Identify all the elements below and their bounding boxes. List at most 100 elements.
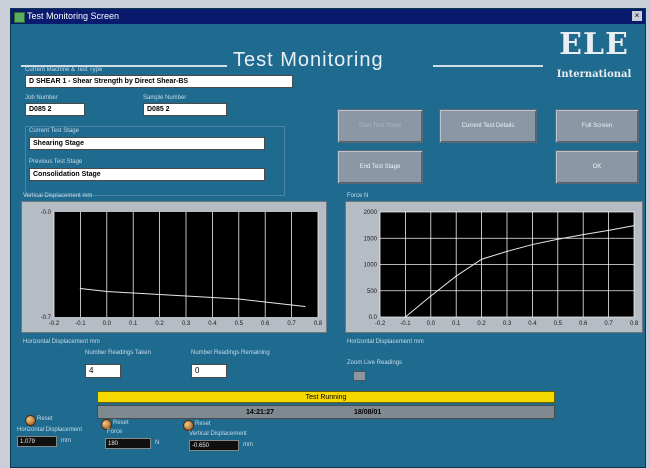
- vertical-displacement-plot: -0.2 -0.1 0.0 0.1 0.2 0.3 0.4 0.5 0.6 0.7 0.8 -0.0 -…: [21, 201, 327, 333]
- vdisp-x-tick-label: 0.2: [155, 321, 164, 327]
- title-rule-right: [433, 65, 543, 67]
- left-plot-xlabel: Horizontal Displacement mm: [23, 339, 100, 345]
- force-svg: -0.2 -0.1 0.0 0.1 0.2 0.3 0.4 0.5 0.6 0.7 0.8 2000 1…: [364, 210, 639, 327]
- vdisp-data-point: [211, 296, 213, 299]
- left-plot-ylabel: Vertical Displacement mm: [23, 193, 93, 199]
- horizontal-displacement-unit: mm: [61, 438, 71, 444]
- zoom-live-toggle[interactable]: [353, 371, 366, 381]
- end-test-stage-button[interactable]: End Test Stage: [337, 150, 423, 184]
- vdisp-x-tick-label: -0.1: [75, 321, 86, 327]
- vertical-displacement-value: -0.650: [189, 440, 239, 451]
- force-x-tick-label: 0.8: [630, 321, 639, 327]
- force-y-tick-label: 1000: [364, 263, 378, 269]
- force-plot: -0.2 -0.1 0.0 0.1 0.2 0.3 0.4 0.5 0.6 0.7 0.8 2000 1…: [345, 201, 643, 333]
- test-status-bar: Test Running: [97, 391, 555, 403]
- time-date-bar: 14:21:27 18/08/01: [97, 405, 555, 419]
- force-x-tick-label: 0.5: [554, 321, 563, 327]
- logo-brand: ELE: [559, 27, 629, 62]
- force-data-point: [430, 295, 432, 297]
- force-y-tick-label: 2000: [364, 210, 378, 216]
- vdisp-data-point: [106, 290, 108, 293]
- vertical-displacement-label: Vertical Displacement: [189, 431, 247, 437]
- close-icon[interactable]: ×: [632, 11, 642, 21]
- previous-stage-field: Consolidation Stage: [29, 168, 265, 181]
- force-data-point: [531, 243, 533, 246]
- full-screen-button[interactable]: Full Screen: [555, 109, 639, 143]
- force-y-tick-label: 500: [367, 289, 378, 295]
- vdisp-data-point: [185, 295, 187, 297]
- force-x-tick-label: -0.1: [400, 321, 411, 327]
- reset-force-text: Reset: [113, 420, 129, 426]
- ele-logo: ELE International: [543, 25, 645, 97]
- vdisp-data-point: [264, 301, 266, 303]
- force-x-tick-label: 0.2: [477, 321, 486, 327]
- vdisp-data-point: [304, 305, 306, 308]
- force-data-point: [633, 225, 635, 227]
- force-data-point: [506, 250, 508, 252]
- vdisp-x-tick-label: 0.7: [287, 321, 296, 327]
- title-bar: Test Monitoring Screen ×: [11, 9, 645, 24]
- app-icon: [14, 12, 25, 23]
- current-test-details-button[interactable]: Current Test Details: [439, 109, 537, 143]
- right-plot-ylabel: Force N: [347, 193, 369, 199]
- ok-button[interactable]: OK: [555, 150, 639, 184]
- force-data-point: [455, 275, 457, 277]
- reset-horizontal-button[interactable]: [25, 415, 36, 426]
- zoom-live-label: Zoom Live Readings: [347, 360, 403, 366]
- reset-vertical-button[interactable]: [183, 420, 194, 431]
- vdisp-x-tick-label: 0.8: [314, 321, 323, 327]
- force-data-point: [608, 229, 610, 231]
- vdisp-data-point: [159, 293, 161, 296]
- force-data-point: [481, 258, 483, 260]
- force-data-point: [582, 233, 584, 236]
- vdisp-x-tick-label: 0.6: [261, 321, 270, 327]
- force-y-tick-label: 1500: [364, 236, 378, 242]
- force-x-tick-label: 0.3: [503, 321, 512, 327]
- window-title: Test Monitoring Screen: [27, 11, 120, 21]
- test-monitoring-window: Test Monitoring Screen × Test Monitoring…: [10, 8, 646, 468]
- reset-vertical-text: Reset: [195, 421, 211, 427]
- vdisp-x-tick-label: 0.4: [208, 321, 217, 327]
- force-x-tick-label: 0.4: [528, 321, 537, 327]
- job-number-label: Job Number: [25, 95, 58, 101]
- force-x-tick-label: -0.2: [375, 321, 386, 327]
- vertical-displacement-unit: mm: [243, 442, 253, 448]
- readings-taken-label: Number Readings Taken: [85, 350, 151, 356]
- force-x-tick-label: 0.0: [427, 321, 436, 327]
- vertical-displacement-svg: -0.2 -0.1 0.0 0.1 0.2 0.3 0.4 0.5 0.6 0.7 0.8 -0.0 -…: [41, 210, 323, 327]
- start-test-stage-button[interactable]: Start Test Stage: [337, 109, 423, 143]
- vdisp-y-tick-label: -0.7: [41, 315, 52, 321]
- vdisp-y-tick-label: -0.0: [41, 210, 52, 216]
- horizontal-displacement-label: Horizontal Displacement: [17, 427, 83, 433]
- logo-subtitle: International: [556, 69, 632, 80]
- readings-remaining-field: 0: [191, 364, 227, 378]
- force-x-tick-label: 0.7: [604, 321, 613, 327]
- vdisp-x-tick-label: 0.3: [182, 321, 191, 327]
- reset-horizontal-text: Reset: [37, 416, 53, 422]
- force-value: 180: [105, 438, 151, 449]
- force-x-tick-label: 0.1: [452, 321, 461, 327]
- status-date: 18/08/01: [354, 409, 382, 416]
- status-time: 14:21:27: [246, 409, 275, 416]
- force-unit: N: [155, 440, 160, 446]
- force-y-tick-label: 0.0: [369, 315, 378, 321]
- vdisp-data-point: [79, 287, 81, 290]
- vdisp-data-point: [238, 298, 240, 300]
- current-stage-label: Current Test Stage: [29, 128, 79, 134]
- vdisp-x-tick-label: -0.2: [49, 321, 60, 327]
- job-number-field[interactable]: D085 2: [25, 103, 85, 116]
- previous-stage-label: Previous Test Stage: [29, 159, 83, 165]
- vdisp-data-point: [132, 292, 134, 294]
- vdisp-data-point: [291, 304, 293, 306]
- force-data-point: [557, 238, 559, 240]
- current-stage-field: Shearing Stage: [29, 137, 265, 150]
- readings-remaining-label: Number Readings Remaining: [191, 350, 270, 356]
- page-title: Test Monitoring: [233, 49, 384, 71]
- sample-number-field[interactable]: D085 2: [143, 103, 227, 116]
- horizontal-displacement-value: 1.079: [17, 436, 57, 447]
- force-x-tick-label: 0.6: [579, 321, 588, 327]
- force-label: Force: [107, 429, 123, 435]
- readings-taken-field: 4: [85, 364, 121, 378]
- vdisp-x-tick-label: 0.1: [129, 321, 138, 327]
- vdisp-x-tick-label: 0.5: [235, 321, 244, 327]
